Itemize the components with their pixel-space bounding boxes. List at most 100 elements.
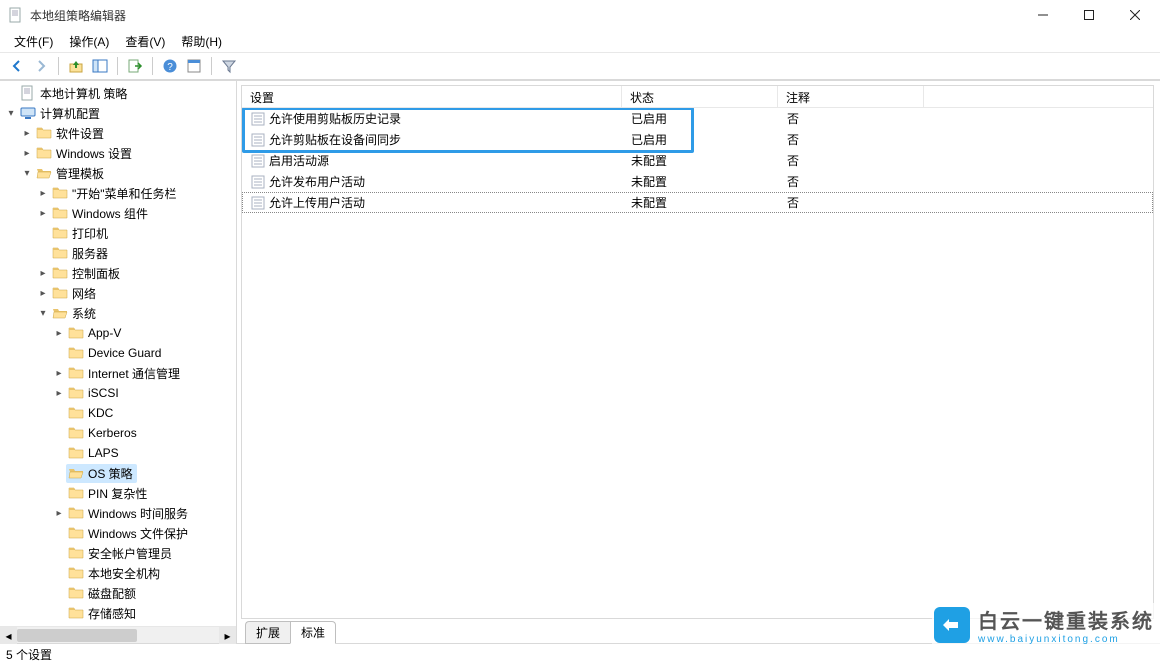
tree-scroll[interactable]: 本地计算机 策略▾计算机配置 ▸ 软件设置▸Windows 设置▾管理模板▸"开始"… [0,81,236,626]
setting-name: 允许剪贴板在设备间同步 [269,131,401,148]
tree-label: OS 策略 [88,465,133,482]
close-button[interactable] [1112,0,1158,30]
tree-start-taskbar[interactable]: ▸"开始"菜单和任务栏 [4,183,236,203]
forward-button[interactable] [30,55,52,77]
tree-local-sec-auth[interactable]: 本地安全机构 [4,563,236,583]
column-header-setting[interactable]: 设置 [242,86,622,107]
export-list-button[interactable] [124,55,146,77]
setting-comment-cell: 否 [779,110,925,127]
setting-name: 启用活动源 [269,152,329,169]
setting-row[interactable]: 允许发布用户活动未配置否 [242,171,1153,192]
tree-system[interactable]: ▾系统 [4,303,236,323]
horizontal-scrollbar[interactable]: ◂ ▸ [0,626,236,643]
toolbar-separator [211,57,212,75]
setting-name: 允许上传用户活动 [269,194,365,211]
tree-label: 存储感知 [88,605,136,622]
setting-row[interactable]: 启用活动源未配置否 [242,150,1153,171]
tree-twisty[interactable]: ▸ [20,148,34,159]
list-header: 设置 状态 注释 [242,86,1153,108]
setting-state-cell: 已启用 [623,131,779,148]
tree-network[interactable]: ▸网络 [4,283,236,303]
tree-kerberos[interactable]: Kerberos [4,423,236,443]
tree-twisty[interactable]: ▸ [36,188,50,199]
tree-pin-complexity[interactable]: PIN 复杂性 [4,483,236,503]
setting-row[interactable]: 允许剪贴板在设备间同步 已启用否 [242,129,1153,150]
tree-twisty[interactable]: ▸ [36,268,50,279]
menu-action[interactable]: 操作(A) [61,31,117,52]
tree-sec-acct-mgr[interactable]: 安全帐户管理员 [4,543,236,563]
scroll-left-arrow[interactable]: ◂ [0,627,17,644]
tree-device-guard[interactable]: Device Guard [4,343,236,363]
toolbar-separator [152,57,153,75]
menu-bar: 文件(F) 操作(A) 查看(V) 帮助(H) [0,30,1160,52]
tree-control-panel[interactable]: ▸控制面板 [4,263,236,283]
tree-windows-settings[interactable]: ▸Windows 设置 [4,143,236,163]
tab-standard[interactable]: 标准 [290,621,336,644]
toolbar: ? [0,52,1160,80]
tree-win-time[interactable]: ▸ Windows 时间服务 [4,503,236,523]
tree-printers[interactable]: 打印机 [4,223,236,243]
tree-twisty[interactable]: ▸ [52,508,66,519]
properties-button[interactable] [183,55,205,77]
scroll-right-arrow[interactable]: ▸ [219,627,236,644]
tree-label: Windows 时间服务 [88,505,188,522]
menu-file[interactable]: 文件(F) [6,31,61,52]
tree-admin-templates[interactable]: ▾管理模板 [4,163,236,183]
tree-label: 本地计算机 策略 [40,85,127,102]
tree-software-settings[interactable]: ▸ 软件设置 [4,123,236,143]
tree-label: Device Guard [88,346,161,360]
tree-label: Internet 通信管理 [88,365,180,382]
help-button[interactable]: ? [159,55,181,77]
maximize-button[interactable] [1066,0,1112,30]
tree-servers[interactable]: 服务器 [4,243,236,263]
tree-label: Kerberos [88,426,137,440]
tree-twisty[interactable]: ▸ [20,128,34,139]
tree-twisty[interactable]: ▾ [20,168,34,179]
tree-twisty[interactable]: ▸ [52,328,66,339]
setting-comment-cell: 否 [779,131,925,148]
setting-comment-cell: 否 [779,194,925,211]
tree-computer-config[interactable]: ▾计算机配置 [4,103,236,123]
tab-extended[interactable]: 扩展 [245,621,290,644]
column-header-comment[interactable]: 注释 [778,86,924,107]
tree-laps[interactable]: LAPS [4,443,236,463]
list-body[interactable]: 允许使用剪贴板历史记录已启用否允许剪贴板在设备间同步已启用否启用活动源未配置否允… [242,108,1153,618]
menu-view[interactable]: 查看(V) [117,31,173,52]
setting-state-cell: 未配置 [623,194,779,211]
toolbar-separator [58,57,59,75]
tree-internet-comm[interactable]: ▸ Internet 通信管理 [4,363,236,383]
tree-iscsi[interactable]: ▸ iSCSI [4,383,236,403]
tree-windows-components[interactable]: ▸Windows 组件 [4,203,236,223]
tree-twisty[interactable]: ▸ [52,368,66,379]
setting-name: 允许发布用户活动 [269,173,365,190]
up-folder-button[interactable] [65,55,87,77]
tree-os-policy[interactable]: OS 策略 [4,463,236,483]
setting-row[interactable]: 允许使用剪贴板历史记录已启用否 [242,108,1153,129]
setting-name-cell: 启用活动源 [243,152,623,169]
tree-twisty[interactable]: ▸ [36,208,50,219]
settings-list: 设置 状态 注释 允许使用剪贴板历史记录已启用否允许剪贴板在设备间同步已启用否启… [241,85,1154,619]
tree-twisty[interactable]: ▾ [36,308,50,319]
tree-win-file-protect[interactable]: Windows 文件保护 [4,523,236,543]
tree-twisty[interactable]: ▾ [4,108,18,119]
tree-storage-sense[interactable]: 存储感知 [4,603,236,623]
tree-label: 软件设置 [56,125,104,142]
tree-label: iSCSI [88,386,119,400]
tree-twisty[interactable]: ▸ [52,388,66,399]
tree-twisty[interactable]: ▸ [36,288,50,299]
show-hide-tree-button[interactable] [89,55,111,77]
status-text: 5 个设置 [6,646,52,663]
main-area: 本地计算机 策略▾计算机配置 ▸ 软件设置▸Windows 设置▾管理模板▸"开始"… [0,80,1160,643]
tree-kdc[interactable]: KDC [4,403,236,423]
scroll-thumb[interactable] [17,629,137,642]
tree-appv[interactable]: ▸App-V [4,323,236,343]
tree-root[interactable]: 本地计算机 策略 [4,83,236,103]
menu-help[interactable]: 帮助(H) [173,31,230,52]
tree-pane: 本地计算机 策略▾计算机配置 ▸ 软件设置▸Windows 设置▾管理模板▸"开始"… [0,81,237,643]
tree-disk-quota[interactable]: 磁盘配额 [4,583,236,603]
setting-row[interactable]: 允许上传用户活动 未配置否 [242,192,1153,213]
back-button[interactable] [6,55,28,77]
minimize-button[interactable] [1020,0,1066,30]
column-header-state[interactable]: 状态 [622,86,778,107]
filter-button[interactable] [218,55,240,77]
